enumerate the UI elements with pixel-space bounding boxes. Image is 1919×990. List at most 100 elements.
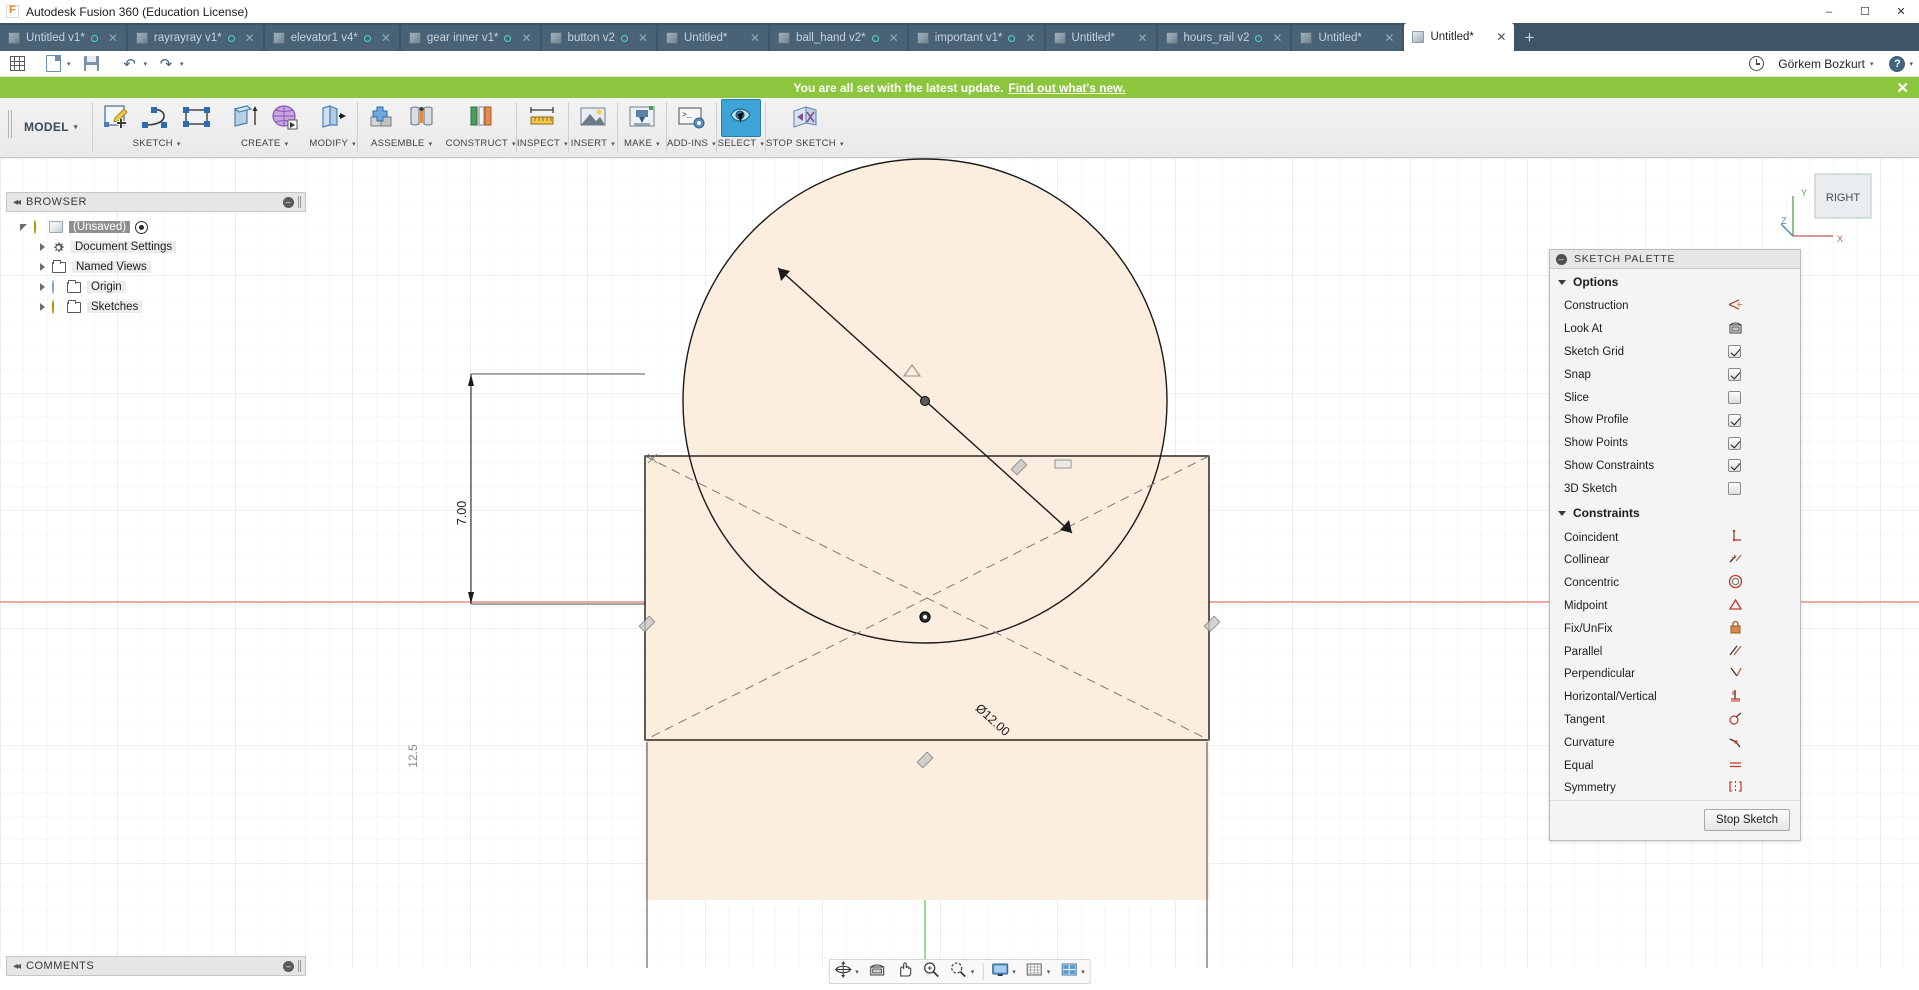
palette-row-control[interactable] [1728, 391, 1800, 404]
tab-close-icon[interactable]: ✕ [885, 31, 903, 45]
minimize-button[interactable]: – [1811, 0, 1847, 23]
equal-icon[interactable] [1728, 757, 1743, 775]
tab-close-icon[interactable]: ✕ [104, 31, 122, 45]
ribbon-group-label[interactable]: CREATE▾ [241, 138, 288, 149]
document-tab[interactable]: important v1*✕ [909, 25, 1044, 51]
ribbon-group-label[interactable]: SELECT▾ [718, 138, 765, 149]
ribbon-group-label[interactable]: INSPECT▾ [517, 138, 568, 149]
document-tab[interactable]: ball_hand v2*✕ [770, 25, 907, 51]
view-cube-graphic[interactable]: RIGHT Y X Z [1781, 166, 1891, 256]
tab-close-icon[interactable]: ✕ [377, 31, 395, 45]
construction-icon[interactable] [1728, 297, 1743, 315]
nav-grid-snaps-caret-icon[interactable]: ▾ [1047, 968, 1051, 976]
browser-node-document-settings[interactable]: Document Settings [6, 237, 306, 257]
banner-link[interactable]: Find out what's new. [1008, 81, 1125, 95]
create-form-button[interactable] [265, 99, 305, 137]
palette-row-curvature[interactable]: Curvature [1550, 731, 1800, 754]
nav-display-settings-button[interactable]: ▾ [986, 960, 1021, 983]
redo-button[interactable]: ↷ [153, 53, 179, 75]
select-button[interactable] [721, 99, 761, 137]
ribbon-group-label[interactable]: CONSTRUCT▾ [446, 138, 516, 149]
fix-unfix-icon[interactable] [1728, 620, 1743, 638]
expand-arrow-right-icon[interactable] [40, 303, 45, 311]
undo-button[interactable]: ↶ [117, 53, 143, 75]
scripts-addins-button[interactable]: >_ [671, 99, 711, 137]
banner-close-icon[interactable]: ✕ [1896, 79, 1909, 97]
midpoint-icon[interactable] [1728, 597, 1743, 615]
palette-row-look-at[interactable]: Look At [1550, 318, 1800, 341]
palette-section-constraints[interactable]: Constraints [1550, 500, 1800, 526]
document-tab[interactable]: Untitled*✕ [658, 25, 768, 51]
nav-look-at-button[interactable] [864, 960, 891, 983]
palette-row-control[interactable] [1728, 345, 1800, 358]
document-tab[interactable]: elevator1 v4*✕ [265, 25, 399, 51]
ribbon-group-label[interactable]: INSERT▾ [571, 138, 615, 149]
horizontal-vertical-icon[interactable] [1728, 688, 1743, 706]
redo-caret-icon[interactable]: ▾ [180, 60, 184, 68]
document-tab[interactable]: Untitled*✕ [1046, 25, 1156, 51]
comments-resize-grip[interactable] [298, 960, 301, 972]
nav-orbit-button[interactable]: ▾ [829, 960, 864, 983]
palette-row-slice[interactable]: Slice [1550, 386, 1800, 409]
undo-caret-icon[interactable]: ▾ [144, 60, 148, 68]
new-file-caret-icon[interactable]: ▾ [67, 60, 71, 68]
ribbon-group-label[interactable]: SKETCH▾ [133, 138, 181, 149]
palette-row-control[interactable] [1728, 297, 1800, 315]
palette-row-control[interactable] [1728, 779, 1800, 797]
palette-row-construction[interactable]: Construction [1550, 295, 1800, 318]
expand-arrow-right-icon[interactable] [40, 283, 45, 291]
nav-zoom-window-button[interactable]: ▾ [945, 960, 980, 983]
view-cube[interactable]: RIGHT Y X Z [1781, 166, 1891, 256]
checkbox-unchecked-icon[interactable] [1728, 482, 1741, 495]
tab-close-icon[interactable]: ✕ [1268, 31, 1286, 45]
palette-row-midpoint[interactable]: Midpoint [1550, 595, 1800, 618]
document-tab[interactable]: button v2✕ [542, 25, 656, 51]
palette-row-control[interactable] [1728, 437, 1800, 450]
user-menu-caret-icon[interactable]: ▾ [1870, 60, 1874, 68]
help-icon[interactable]: ? [1889, 56, 1905, 72]
comments-minimize-icon[interactable]: – [283, 961, 294, 972]
checkbox-checked-icon[interactable] [1728, 459, 1741, 472]
new-component-button[interactable] [362, 99, 402, 137]
palette-row-sketch-grid[interactable]: Sketch Grid [1550, 341, 1800, 364]
activate-component-icon[interactable] [135, 221, 148, 234]
palette-row-control[interactable] [1728, 459, 1800, 472]
insert-decal-button[interactable] [573, 99, 613, 137]
press-pull-button[interactable] [313, 99, 353, 137]
nav-orbit-caret-icon[interactable]: ▾ [855, 968, 859, 976]
nav-viewports-caret-icon[interactable]: ▾ [1081, 968, 1085, 976]
browser-node-sketches[interactable]: Sketches [6, 297, 306, 317]
checkbox-checked-icon[interactable] [1728, 345, 1741, 358]
user-name-label[interactable]: Görkem Bozkurt [1778, 57, 1865, 71]
palette-row-control[interactable] [1728, 551, 1800, 569]
palette-row-show-constraints[interactable]: Show Constraints [1550, 455, 1800, 478]
palette-row-control[interactable] [1728, 688, 1800, 706]
tangent-icon[interactable] [1728, 711, 1743, 729]
checkbox-unchecked-icon[interactable] [1728, 391, 1741, 404]
palette-section-options[interactable]: Options [1550, 269, 1800, 295]
expand-arrow-right-icon[interactable] [40, 263, 45, 271]
palette-row-perpendicular[interactable]: Perpendicular [1550, 663, 1800, 686]
palette-row-control[interactable] [1728, 597, 1800, 615]
palette-row-control[interactable] [1728, 711, 1800, 729]
stop-sketch-button[interactable] [785, 99, 825, 137]
palette-row-control[interactable] [1728, 529, 1800, 547]
palette-row-collinear[interactable]: Collinear [1550, 549, 1800, 572]
nav-grid-snaps-button[interactable]: ▾ [1021, 960, 1056, 983]
tab-close-icon[interactable]: ✕ [517, 31, 535, 45]
tab-close-icon[interactable]: ✕ [1133, 31, 1151, 45]
new-file-button[interactable] [40, 53, 66, 75]
rectangle-button[interactable] [177, 99, 217, 137]
checkbox-checked-icon[interactable] [1728, 368, 1741, 381]
browser-minimize-icon[interactable]: – [283, 197, 294, 208]
expand-arrow-right-icon[interactable] [40, 243, 45, 251]
concentric-icon[interactable] [1728, 574, 1743, 592]
palette-row-control[interactable] [1728, 734, 1800, 752]
document-tab[interactable]: Untitled*✕ [1292, 25, 1402, 51]
ribbon-group-label[interactable]: STOP SKETCH▾ [766, 138, 844, 149]
save-button[interactable] [79, 53, 105, 75]
parallel-icon[interactable] [1728, 643, 1743, 661]
nav-viewports-button[interactable]: ▾ [1055, 960, 1090, 983]
document-tab[interactable]: Untitled v1*✕ [0, 25, 126, 51]
offset-plane-button[interactable] [461, 99, 501, 137]
